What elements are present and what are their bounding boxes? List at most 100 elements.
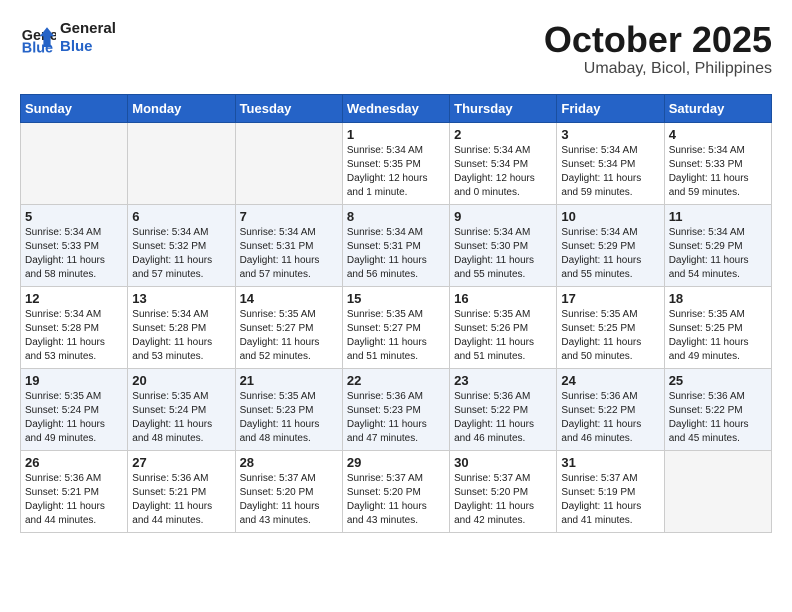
day-info: Sunrise: 5:35 AM Sunset: 5:23 PM Dayligh… [240, 390, 338, 446]
day-info: Sunrise: 5:34 AM Sunset: 5:30 PM Dayligh… [454, 226, 552, 282]
day-info: Sunrise: 5:36 AM Sunset: 5:21 PM Dayligh… [132, 472, 230, 528]
calendar-cell [128, 122, 235, 204]
calendar-week-row: 12 Sunrise: 5:34 AM Sunset: 5:28 PM Dayli… [21, 286, 772, 368]
calendar-cell: 12 Sunrise: 5:34 AM Sunset: 5:28 PM Dayli… [21, 286, 128, 368]
day-number: 11 [669, 209, 767, 224]
day-number: 22 [347, 373, 445, 388]
day-number: 8 [347, 209, 445, 224]
calendar-cell: 4Sunrise: 5:34 AM Sunset: 5:33 PM Daylig… [664, 122, 771, 204]
calendar-cell: 6 Sunrise: 5:34 AM Sunset: 5:32 PM Daylig… [128, 204, 235, 286]
calendar-cell: 3 Sunrise: 5:34 AM Sunset: 5:34 PM Daylig… [557, 122, 664, 204]
day-number: 25 [669, 373, 767, 388]
day-info: Sunrise: 5:35 AM Sunset: 5:26 PM Dayligh… [454, 308, 552, 364]
calendar-cell: 2Sunrise: 5:34 AM Sunset: 5:34 PM Daylig… [450, 122, 557, 204]
day-number: 6 [132, 209, 230, 224]
day-info: Sunrise: 5:35 AM Sunset: 5:24 PM Dayligh… [25, 390, 123, 446]
day-info: Sunrise: 5:34 AM Sunset: 5:29 PM Dayligh… [669, 226, 767, 282]
calendar-cell: 15 Sunrise: 5:35 AM Sunset: 5:27 PM Dayli… [342, 286, 449, 368]
day-info: Sunrise: 5:37 AM Sunset: 5:20 PM Dayligh… [454, 472, 552, 528]
calendar-cell: 16 Sunrise: 5:35 AM Sunset: 5:26 PM Dayli… [450, 286, 557, 368]
day-number: 14 [240, 291, 338, 306]
day-info: Sunrise: 5:34 AM Sunset: 5:34 PM Dayligh… [561, 144, 659, 200]
day-info: Sunrise: 5:35 AM Sunset: 5:24 PM Dayligh… [132, 390, 230, 446]
calendar-cell: 30 Sunrise: 5:37 AM Sunset: 5:20 PM Dayli… [450, 450, 557, 532]
calendar-cell: 17 Sunrise: 5:35 AM Sunset: 5:25 PM Dayli… [557, 286, 664, 368]
day-info: Sunrise: 5:35 AM Sunset: 5:25 PM Dayligh… [669, 308, 767, 364]
calendar-cell: 13Sunrise: 5:34 AM Sunset: 5:28 PM Dayli… [128, 286, 235, 368]
logo-blue: Blue [60, 38, 116, 56]
calendar-cell: 25Sunrise: 5:36 AM Sunset: 5:22 PM Dayli… [664, 368, 771, 450]
day-number: 31 [561, 455, 659, 470]
page-header: General Blue General Blue October 2025 U… [20, 20, 772, 78]
calendar-cell: 26Sunrise: 5:36 AM Sunset: 5:21 PM Dayli… [21, 450, 128, 532]
day-info: Sunrise: 5:34 AM Sunset: 5:31 PM Dayligh… [347, 226, 445, 282]
day-number: 10 [561, 209, 659, 224]
calendar-cell: 20 Sunrise: 5:35 AM Sunset: 5:24 PM Dayli… [128, 368, 235, 450]
day-info: Sunrise: 5:34 AM Sunset: 5:28 PM Dayligh… [25, 308, 123, 364]
day-number: 3 [561, 127, 659, 142]
day-info: Sunrise: 5:34 AM Sunset: 5:35 PM Dayligh… [347, 144, 445, 200]
day-info: Sunrise: 5:36 AM Sunset: 5:23 PM Dayligh… [347, 390, 445, 446]
calendar-cell: 10 Sunrise: 5:34 AM Sunset: 5:29 PM Dayli… [557, 204, 664, 286]
location: Umabay, Bicol, Philippines [544, 60, 772, 78]
day-number: 19 [25, 373, 123, 388]
day-info: Sunrise: 5:35 AM Sunset: 5:25 PM Dayligh… [561, 308, 659, 364]
day-number: 7 [240, 209, 338, 224]
weekday-header-friday: Friday [557, 94, 664, 122]
calendar-cell [235, 122, 342, 204]
calendar-cell: 22 Sunrise: 5:36 AM Sunset: 5:23 PM Dayli… [342, 368, 449, 450]
weekday-header-thursday: Thursday [450, 94, 557, 122]
calendar-cell: 14 Sunrise: 5:35 AM Sunset: 5:27 PM Dayli… [235, 286, 342, 368]
day-number: 24 [561, 373, 659, 388]
logo: General Blue General Blue [20, 20, 116, 56]
weekday-header-tuesday: Tuesday [235, 94, 342, 122]
calendar-cell: 9Sunrise: 5:34 AM Sunset: 5:30 PM Daylig… [450, 204, 557, 286]
calendar-cell: 29 Sunrise: 5:37 AM Sunset: 5:20 PM Dayli… [342, 450, 449, 532]
day-number: 28 [240, 455, 338, 470]
day-info: Sunrise: 5:34 AM Sunset: 5:29 PM Dayligh… [561, 226, 659, 282]
day-number: 30 [454, 455, 552, 470]
day-info: Sunrise: 5:34 AM Sunset: 5:32 PM Dayligh… [132, 226, 230, 282]
day-number: 18 [669, 291, 767, 306]
day-info: Sunrise: 5:35 AM Sunset: 5:27 PM Dayligh… [347, 308, 445, 364]
day-number: 20 [132, 373, 230, 388]
calendar-week-row: 5 Sunrise: 5:34 AM Sunset: 5:33 PM Daylig… [21, 204, 772, 286]
day-info: Sunrise: 5:34 AM Sunset: 5:33 PM Dayligh… [25, 226, 123, 282]
day-number: 5 [25, 209, 123, 224]
day-number: 12 [25, 291, 123, 306]
logo-general: General [60, 20, 116, 38]
calendar-cell: 1Sunrise: 5:34 AM Sunset: 5:35 PM Daylig… [342, 122, 449, 204]
calendar-cell: 5 Sunrise: 5:34 AM Sunset: 5:33 PM Daylig… [21, 204, 128, 286]
day-info: Sunrise: 5:35 AM Sunset: 5:27 PM Dayligh… [240, 308, 338, 364]
calendar-cell: 11 Sunrise: 5:34 AM Sunset: 5:29 PM Dayli… [664, 204, 771, 286]
day-number: 4 [669, 127, 767, 142]
calendar-week-row: 19 Sunrise: 5:35 AM Sunset: 5:24 PM Dayli… [21, 368, 772, 450]
day-number: 15 [347, 291, 445, 306]
day-number: 23 [454, 373, 552, 388]
logo-icon: General Blue [20, 20, 56, 56]
day-info: Sunrise: 5:37 AM Sunset: 5:19 PM Dayligh… [561, 472, 659, 528]
day-number: 13 [132, 291, 230, 306]
month-title: October 2025 [544, 20, 772, 60]
day-info: Sunrise: 5:37 AM Sunset: 5:20 PM Dayligh… [347, 472, 445, 528]
day-number: 16 [454, 291, 552, 306]
calendar-cell: 28Sunrise: 5:37 AM Sunset: 5:20 PM Dayli… [235, 450, 342, 532]
calendar-cell [21, 122, 128, 204]
weekday-header-monday: Monday [128, 94, 235, 122]
calendar-week-row: 26Sunrise: 5:36 AM Sunset: 5:21 PM Dayli… [21, 450, 772, 532]
day-info: Sunrise: 5:36 AM Sunset: 5:22 PM Dayligh… [454, 390, 552, 446]
weekday-header-sunday: Sunday [21, 94, 128, 122]
day-number: 2 [454, 127, 552, 142]
day-info: Sunrise: 5:34 AM Sunset: 5:31 PM Dayligh… [240, 226, 338, 282]
calendar-cell: 31 Sunrise: 5:37 AM Sunset: 5:19 PM Dayli… [557, 450, 664, 532]
title-section: October 2025 Umabay, Bicol, Philippines [544, 20, 772, 78]
calendar-cell: 21 Sunrise: 5:35 AM Sunset: 5:23 PM Dayli… [235, 368, 342, 450]
day-number: 21 [240, 373, 338, 388]
day-number: 29 [347, 455, 445, 470]
calendar-week-row: 1Sunrise: 5:34 AM Sunset: 5:35 PM Daylig… [21, 122, 772, 204]
day-number: 17 [561, 291, 659, 306]
calendar-cell: 27 Sunrise: 5:36 AM Sunset: 5:21 PM Dayli… [128, 450, 235, 532]
day-info: Sunrise: 5:36 AM Sunset: 5:22 PM Dayligh… [561, 390, 659, 446]
day-number: 27 [132, 455, 230, 470]
weekday-header-wednesday: Wednesday [342, 94, 449, 122]
